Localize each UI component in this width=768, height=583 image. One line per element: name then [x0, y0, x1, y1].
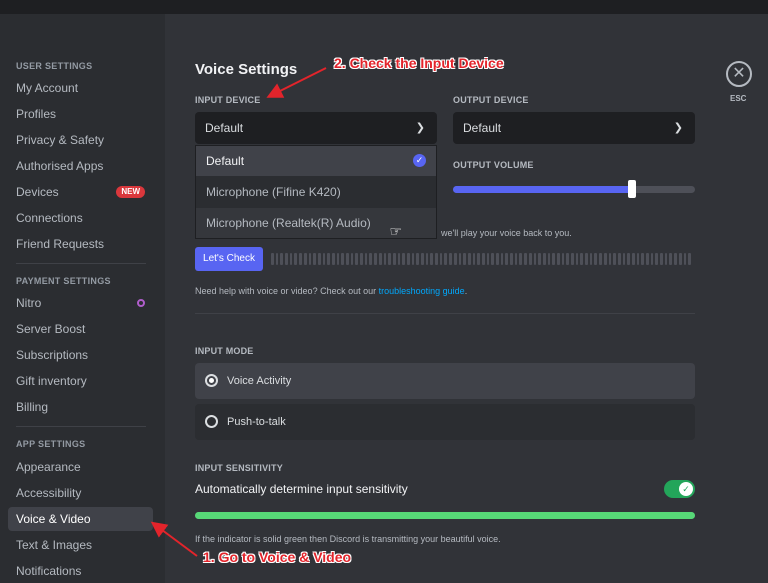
annotation-arrows: [150, 67, 327, 557]
arrow-to-voice-video: [150, 521, 198, 557]
arrow-to-input-device: [266, 67, 327, 98]
